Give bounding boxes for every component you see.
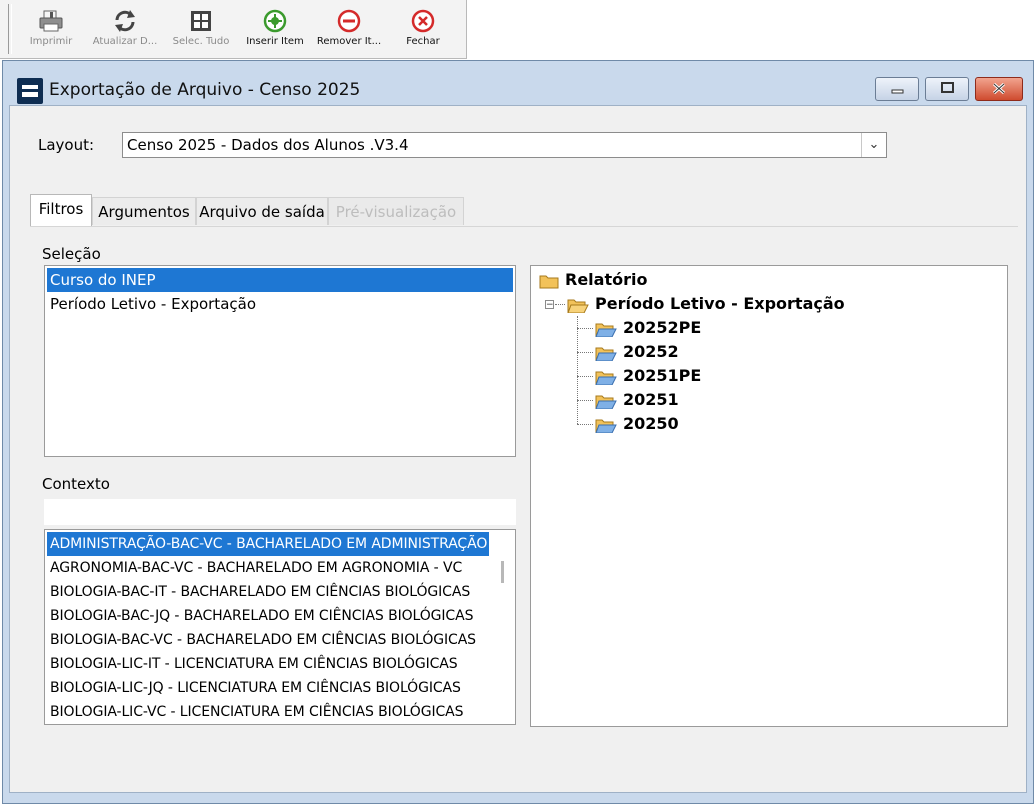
tree-node-label: 20251 — [623, 390, 679, 409]
collapse-toggle-icon[interactable]: − — [545, 300, 554, 310]
tree-node-group[interactable]: Período Letivo - Exportação — [567, 292, 845, 316]
restore-button[interactable] — [925, 77, 969, 101]
remove-item-button-label: Remover It... — [316, 36, 382, 47]
tree-node-leaf[interactable]: 20252 — [595, 340, 679, 364]
add-circle-icon — [263, 9, 287, 33]
restore-icon — [941, 82, 954, 93]
report-tree[interactable]: Relatório − Período Letivo - Exportação … — [530, 265, 1008, 727]
tree-node-label: 20252 — [623, 342, 679, 361]
app-icon — [17, 78, 43, 104]
tree-node-leaf[interactable]: 20250 — [595, 412, 679, 436]
folder-open-icon — [595, 419, 617, 433]
insert-item-button[interactable]: Inserir Item — [238, 6, 312, 54]
tree-node-label: 20252PE — [623, 318, 702, 337]
contexto-item[interactable]: BIOLOGIA-LIC-VC - LICENCIATURA EM CIÊNCI… — [47, 700, 489, 724]
filtros-panel: Seleção Curso do INEP Período Letivo - E… — [30, 226, 1018, 775]
window-client-area: Layout: Censo 2025 - Dados dos Alunos .V… — [9, 105, 1027, 793]
tree-node-label: 20250 — [623, 414, 679, 433]
select-all-button-label: Selec. Tudo — [172, 36, 230, 47]
print-button-label: Imprimir — [29, 36, 73, 47]
tree-node-leaf[interactable]: 20251PE — [595, 364, 701, 388]
contexto-item[interactable]: AGRONOMIA-BAC-VC - BACHARELADO EM AGRONO… — [47, 556, 489, 580]
refresh-data-button-label: Atualizar D... — [92, 36, 158, 47]
print-button[interactable]: Imprimir — [14, 6, 88, 54]
close-icon — [992, 82, 1006, 95]
chevron-down-icon[interactable]: ⌄ — [861, 133, 886, 157]
contexto-item[interactable]: BIOLOGIA-BAC-IT - BACHARELADO EM CIÊNCIA… — [47, 580, 489, 604]
export-window: Exportação de Arquivo - Censo 2025 Layou… — [2, 60, 1034, 804]
folder-open-icon — [595, 323, 617, 337]
contexto-item[interactable]: ADMINISTRAÇÃO-BAC-VC - BACHARELADO EM AD… — [47, 532, 489, 556]
folder-icon — [539, 275, 559, 288]
scrollbar-thumb[interactable] — [501, 561, 504, 583]
selecao-item[interactable]: Curso do INEP — [47, 268, 513, 292]
layout-label: Layout: — [38, 136, 95, 154]
window-titlebar[interactable]: Exportação de Arquivo - Censo 2025 — [3, 61, 1033, 105]
layout-dropdown[interactable]: Censo 2025 - Dados dos Alunos .V3.4 ⌄ — [122, 132, 887, 158]
select-all-button[interactable]: Selec. Tudo — [164, 6, 238, 54]
close-button-label: Fechar — [406, 36, 440, 47]
minimize-button[interactable] — [875, 77, 919, 101]
grid-select-all-icon — [191, 11, 211, 31]
contexto-item[interactable]: BIOLOGIA-BAC-JQ - BACHARELADO EM CIÊNCIA… — [47, 604, 489, 628]
refresh-icon — [115, 10, 135, 32]
tree-node-label: 20251PE — [623, 366, 702, 385]
tab-pre-visualizacao: Pré-visualização — [328, 197, 464, 225]
contexto-list[interactable]: ADMINISTRAÇÃO-BAC-VC - BACHARELADO EM AD… — [44, 529, 516, 725]
tree-node-label: Período Letivo - Exportação — [595, 294, 845, 313]
folder-open-icon — [595, 371, 617, 385]
tree-node-leaf[interactable]: 20251 — [595, 388, 679, 412]
contexto-search-input[interactable] — [44, 499, 516, 525]
refresh-data-button[interactable]: Atualizar D... — [88, 6, 162, 54]
tab-argumentos[interactable]: Argumentos — [92, 197, 196, 225]
window-title: Exportação de Arquivo - Censo 2025 — [49, 80, 361, 100]
contexto-item[interactable]: BIOLOGIA-BAC-VC - BACHARELADO EM CIÊNCIA… — [47, 628, 489, 652]
tab-filtros[interactable]: Filtros — [30, 194, 92, 226]
close-circle-icon — [411, 9, 435, 33]
tree-node-root[interactable]: Relatório — [539, 268, 647, 292]
remove-item-button[interactable]: Remover It... — [312, 6, 386, 54]
folder-open-icon — [567, 299, 589, 313]
tab-arquivo-de-saida[interactable]: Arquivo de saída — [196, 197, 328, 225]
minimize-icon — [891, 89, 904, 94]
main-toolbar: Imprimir Atualizar D... Selec. Tudo Inse… — [0, 0, 467, 59]
folder-open-icon — [595, 395, 617, 409]
selecao-label: Seleção — [42, 245, 101, 263]
toolbar-grip[interactable] — [8, 4, 12, 54]
layout-dropdown-value: Censo 2025 - Dados dos Alunos .V3.4 — [127, 136, 409, 154]
contexto-label: Contexto — [42, 475, 110, 493]
folder-open-icon — [595, 347, 617, 361]
window-close-button[interactable] — [975, 77, 1023, 101]
contexto-item[interactable]: BIOLOGIA-LIC-JQ - LICENCIATURA EM CIÊNCI… — [47, 676, 489, 700]
selecao-list[interactable]: Curso do INEP Período Letivo - Exportaçã… — [44, 265, 516, 457]
remove-circle-icon — [337, 9, 361, 33]
selecao-item[interactable]: Período Letivo - Exportação — [47, 292, 513, 316]
close-button[interactable]: Fechar — [386, 6, 460, 54]
contexto-scrollbar[interactable] — [492, 531, 514, 723]
contexto-item[interactable]: BIOLOGIA-LIC-IT - LICENCIATURA EM CIÊNCI… — [47, 652, 489, 676]
printer-icon — [39, 10, 63, 32]
insert-item-button-label: Inserir Item — [246, 36, 304, 47]
tree-node-label: Relatório — [565, 270, 648, 289]
tree-node-leaf[interactable]: 20252PE — [595, 316, 701, 340]
